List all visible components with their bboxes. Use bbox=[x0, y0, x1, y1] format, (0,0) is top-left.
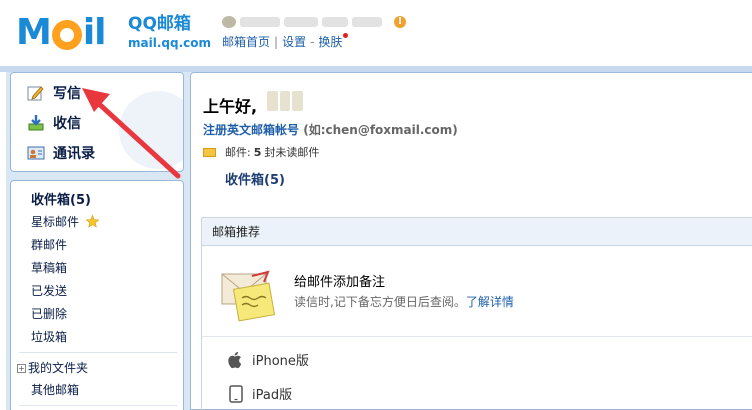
ipad-label: iPad版 bbox=[252, 388, 293, 403]
ipad-app-link[interactable]: iPad版 bbox=[228, 384, 292, 403]
skin-link[interactable]: 换肤 bbox=[318, 35, 342, 49]
new-dot-icon bbox=[343, 33, 349, 38]
contacts-label: 通讯录 bbox=[53, 146, 95, 162]
greeting: 上午好, bbox=[203, 97, 258, 116]
sidebar: 写信 收信 通讯录 收件箱(5) 星标邮件 群邮件 草稿箱 已发送 已删除 垃圾… bbox=[6, 72, 186, 410]
receive-label: 收信 bbox=[53, 116, 81, 132]
brand-name: QQ邮箱 bbox=[128, 14, 191, 34]
home-link[interactable]: 邮箱首页 bbox=[222, 35, 270, 49]
user-account-redacted bbox=[222, 14, 388, 30]
unread-suffix: 封未读邮件 bbox=[264, 146, 320, 159]
compose-label: 写信 bbox=[53, 86, 81, 102]
user-name-redacted bbox=[267, 91, 304, 111]
qq-mail-logo[interactable]: M il bbox=[16, 12, 107, 53]
warning-icon[interactable]: ! bbox=[394, 16, 406, 28]
my-folders-label: 我的文件夹 bbox=[28, 361, 89, 375]
star-icon bbox=[85, 214, 100, 228]
iphone-app-link[interactable]: iPhone版 bbox=[228, 350, 309, 369]
contacts-button[interactable]: 通讯录 bbox=[11, 139, 183, 167]
link-divider: - bbox=[310, 35, 315, 49]
link-divider: | bbox=[274, 35, 279, 49]
compose-button[interactable]: 写信 bbox=[11, 79, 183, 107]
download-icon bbox=[27, 114, 45, 132]
folder-sent[interactable]: 已发送 bbox=[31, 282, 67, 299]
settings-link[interactable]: 设置 bbox=[282, 35, 306, 49]
folder-divider bbox=[19, 352, 177, 353]
folder-spam[interactable]: 垃圾箱 bbox=[31, 328, 67, 345]
header: M il QQ邮箱 mail.qq.com ! 邮箱首页 | 设置 - 换肤 bbox=[0, 0, 752, 66]
recommend-desc-text: 读信时,记下备忘方便日后查阅。 bbox=[294, 295, 466, 309]
expand-plus-icon[interactable]: + bbox=[17, 364, 26, 373]
recommend-divider bbox=[202, 336, 752, 337]
my-folders[interactable]: + 我的文件夹 bbox=[17, 359, 88, 376]
contact-card-icon bbox=[27, 144, 45, 162]
unread-count: 5 bbox=[253, 145, 262, 159]
tablet-icon bbox=[229, 384, 243, 403]
bell-logo-icon bbox=[51, 20, 82, 50]
other-mailboxes[interactable]: 其他邮箱 bbox=[31, 381, 79, 398]
folder-drafts[interactable]: 草稿箱 bbox=[31, 259, 67, 276]
recommend-desc: 读信时,记下备忘方便日后查阅。了解详情 bbox=[294, 293, 514, 310]
register-link[interactable]: 注册英文邮箱帐号 bbox=[203, 123, 299, 137]
brand-url: mail.qq.com bbox=[128, 36, 211, 50]
folder-list: 收件箱(5) 星标邮件 群邮件 草稿箱 已发送 已删除 垃圾箱 + 我的文件夹 其… bbox=[10, 180, 184, 410]
unread-status: 邮件: 5 封未读邮件 bbox=[203, 144, 319, 160]
logo-letters-il: il bbox=[82, 12, 107, 53]
learn-more-link[interactable]: 了解详情 bbox=[466, 295, 514, 309]
folder-group[interactable]: 群邮件 bbox=[31, 236, 67, 253]
recommend-title: 给邮件添加备注 bbox=[294, 275, 386, 290]
logo-letter-m: M bbox=[16, 12, 52, 53]
envelope-icon bbox=[203, 147, 216, 157]
inbox-link[interactable]: 收件箱(5) bbox=[225, 169, 285, 188]
quick-actions-panel: 写信 收信 通讯录 bbox=[10, 72, 184, 172]
folder-divider bbox=[19, 405, 177, 406]
recommend-heading: 邮箱推荐 bbox=[202, 218, 752, 246]
recommend-box: 邮箱推荐 给邮件添加备注 读信时,记下备忘方便日后查阅。了解详情 iPhone版… bbox=[201, 217, 752, 410]
mail-label: 邮件: bbox=[225, 146, 251, 159]
top-links: 邮箱首页 | 设置 - 换肤 bbox=[222, 33, 349, 50]
iphone-label: iPhone版 bbox=[252, 354, 309, 369]
welcome-panel: 上午好, 注册英文邮箱帐号 (如:chen@foxmail.com) 邮件: 5… bbox=[190, 72, 752, 410]
main-area: 上午好, 注册英文邮箱帐号 (如:chen@foxmail.com) 邮件: 5… bbox=[186, 72, 752, 410]
receive-button[interactable]: 收信 bbox=[11, 109, 183, 137]
apple-icon bbox=[228, 351, 242, 368]
pencil-icon bbox=[27, 84, 45, 102]
register-hint: (如:chen@foxmail.com) bbox=[303, 123, 458, 137]
folder-inbox[interactable]: 收件箱(5) bbox=[31, 189, 91, 208]
register-english-account[interactable]: 注册英文邮箱帐号 (如:chen@foxmail.com) bbox=[203, 121, 458, 138]
folder-starred-label: 星标邮件 bbox=[31, 215, 80, 229]
folder-starred[interactable]: 星标邮件 bbox=[31, 213, 100, 230]
recommend-item: 给邮件添加备注 读信时,记下备忘方便日后查阅。了解详情 bbox=[218, 268, 752, 324]
logo-brand-block[interactable]: QQ邮箱 mail.qq.com bbox=[128, 14, 211, 52]
note-envelope-icon bbox=[218, 268, 276, 322]
folder-deleted[interactable]: 已删除 bbox=[31, 305, 67, 322]
